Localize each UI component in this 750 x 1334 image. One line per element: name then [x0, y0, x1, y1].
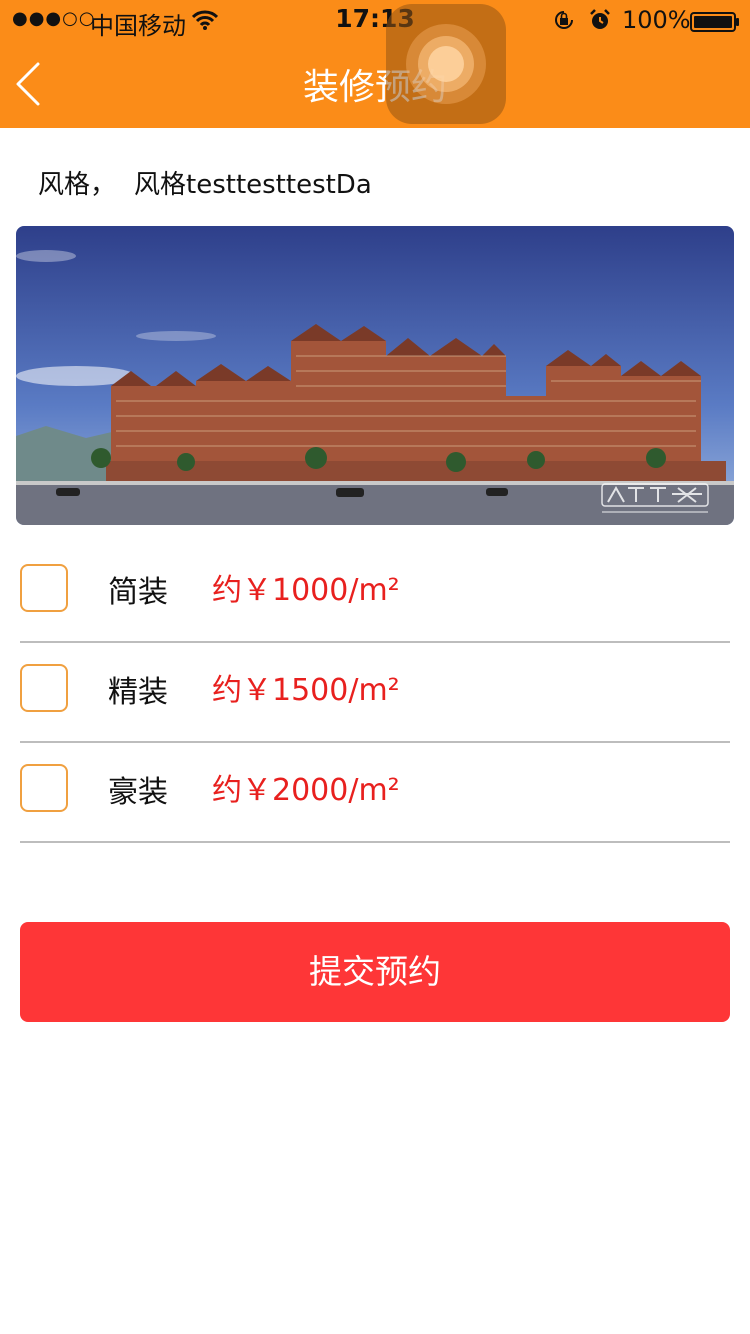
- battery-icon: [690, 10, 740, 38]
- option-checkbox-fine[interactable]: [20, 664, 68, 712]
- option-name: 简装: [108, 575, 168, 610]
- option-price: 约￥1000/m²: [212, 573, 400, 608]
- assistive-touch-button[interactable]: [386, 4, 506, 124]
- style-value: 风格testtesttestDa: [134, 170, 372, 200]
- page-title: 装修预约: [302, 67, 447, 108]
- style-info: 风格， 风格testtesttestDa: [38, 164, 372, 201]
- property-image: [16, 226, 734, 525]
- option-price: 约￥1500/m²: [212, 673, 400, 708]
- option-price: 约￥2000/m²: [212, 773, 400, 808]
- navigation-bar: ●●●○○ 中国移动 17:13 100% 装修预约: [0, 0, 750, 128]
- battery-percentage: 100%: [622, 6, 691, 34]
- rotation-lock-icon: [552, 8, 576, 38]
- status-bar: ●●●○○ 中国移动 17:13 100%: [0, 0, 750, 40]
- style-prefix: 风格，: [38, 170, 117, 200]
- option-checkbox-basic[interactable]: [20, 564, 68, 612]
- option-name: 豪装: [108, 775, 168, 810]
- alarm-icon: [588, 8, 612, 38]
- submit-appointment-button[interactable]: 提交预约: [20, 922, 730, 1022]
- option-row-luxury[interactable]: 豪装 约￥2000/m²: [20, 741, 730, 843]
- option-row-basic[interactable]: 简装 约￥1000/m²: [20, 541, 730, 643]
- option-row-fine[interactable]: 精装 约￥1500/m²: [20, 641, 730, 743]
- option-name: 精装: [108, 675, 168, 710]
- option-checkbox-luxury[interactable]: [20, 764, 68, 812]
